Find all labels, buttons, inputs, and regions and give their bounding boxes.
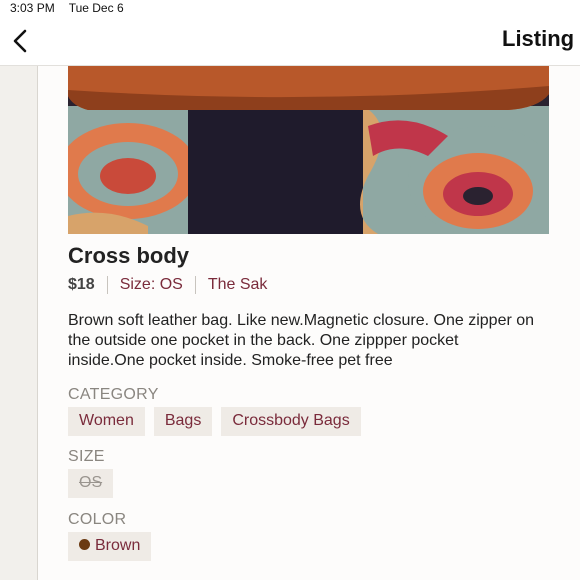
size-chips: OS <box>68 469 114 498</box>
listing-details: Cross body $18 Size: OS The Sak Brown so… <box>38 66 580 580</box>
category-chips: Women Bags Crossbody Bags <box>68 407 361 436</box>
divider <box>194 276 196 294</box>
left-rail <box>0 66 38 580</box>
brand-link[interactable]: The Sak <box>208 276 268 294</box>
chevron-left-icon <box>13 29 27 53</box>
listing-description: Brown soft leather bag. Like new.Magneti… <box>68 312 535 369</box>
category-chip-crossbody-bags[interactable]: Crossbody Bags <box>221 407 361 436</box>
status-time: 3:03 PM <box>10 1 55 15</box>
size-chip[interactable]: OS <box>68 469 114 498</box>
nav-bar: Listing I <box>0 16 580 66</box>
size-label: SIZE <box>68 448 105 465</box>
status-bar: 3:03 PM Tue Dec 6 <box>0 0 580 16</box>
color-chips: Brown <box>68 532 152 561</box>
back-button[interactable] <box>8 26 36 56</box>
status-date: Tue Dec 6 <box>68 1 124 15</box>
color-label: COLOR <box>68 511 127 528</box>
size-link[interactable]: Size: OS <box>120 276 183 294</box>
price: $18 <box>68 276 95 293</box>
color-swatch <box>79 539 90 550</box>
listing-meta: $18 Size: OS The Sak <box>68 276 267 294</box>
color-chip[interactable]: Brown <box>68 532 152 561</box>
listing-photo-image <box>68 66 549 234</box>
category-label: CATEGORY <box>68 386 159 403</box>
listing-photo[interactable] <box>68 66 549 234</box>
color-chip-label: Brown <box>95 537 141 554</box>
category-chip-women[interactable]: Women <box>68 407 145 436</box>
listing-title: Cross body <box>68 243 190 268</box>
page-title: Listing I <box>502 26 580 51</box>
divider <box>106 276 108 294</box>
category-chip-bags[interactable]: Bags <box>153 407 213 436</box>
